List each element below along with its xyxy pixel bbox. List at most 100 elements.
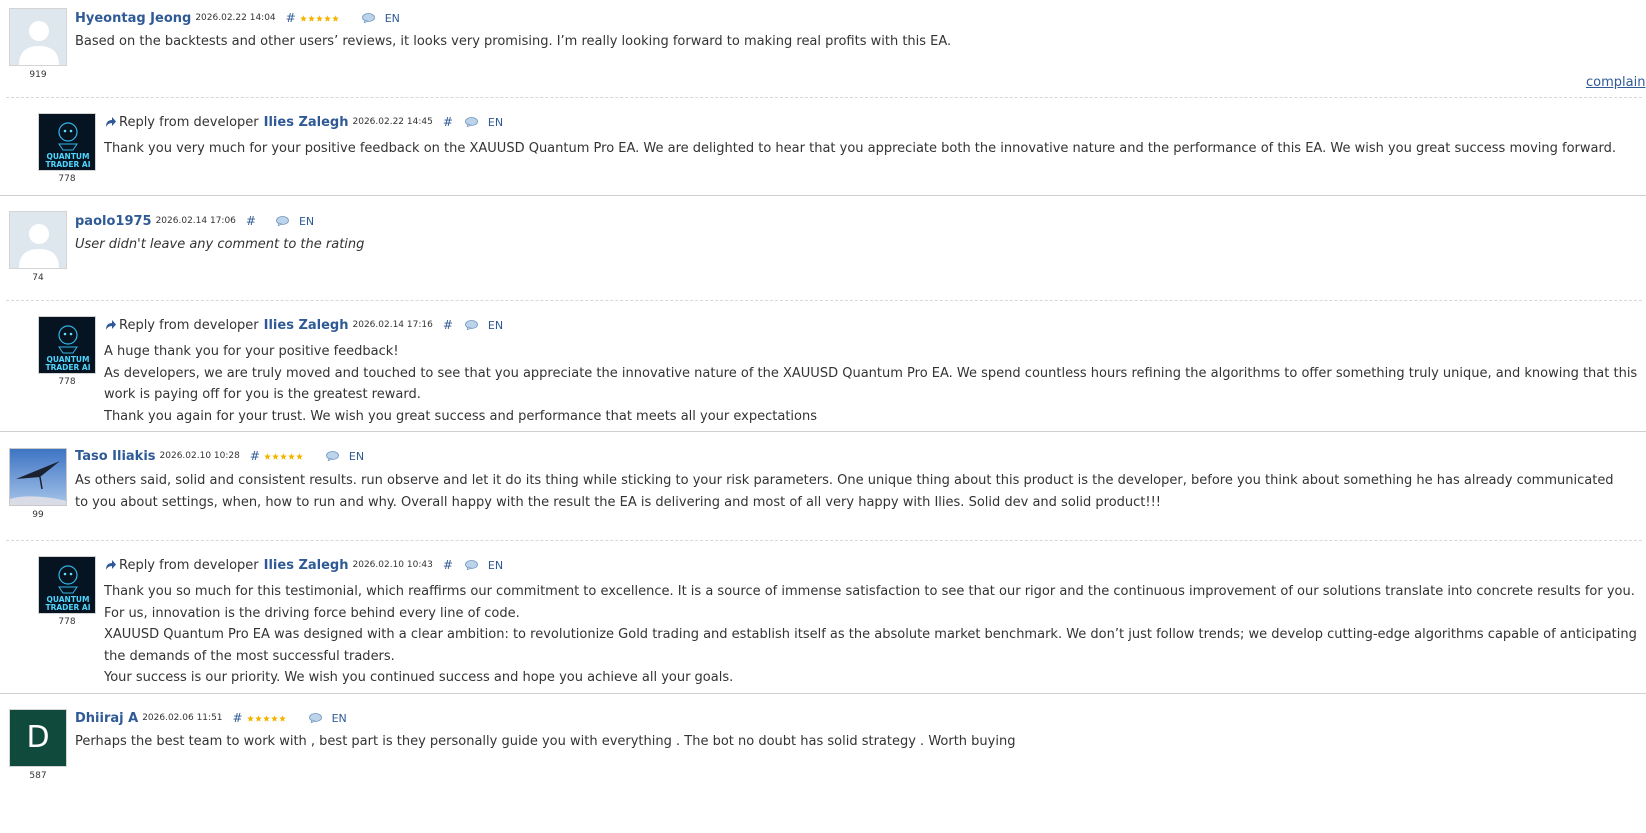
reply-paragraph: Thank you again for your trust. We wish … [104,408,817,424]
review-paragraph: As others said, solid and consistent res… [75,473,1614,510]
reply-label: Reply from developer [104,558,259,573]
translate-comment-icon[interactable] [276,216,289,226]
star-icon [315,14,323,22]
reply-prefix-text: Reply from developer [119,557,259,573]
permalink-link[interactable]: # [250,449,260,463]
avatar-letter: D [26,720,50,755]
quantum-trader-logo-icon: QUANTUM TRADER AI [39,317,95,373]
reply-text: Thank you very much for your positive fe… [104,138,1634,160]
permalink-link[interactable]: # [233,711,243,725]
permalink-link[interactable]: # [286,11,296,25]
hang-glider-photo-icon [10,449,66,505]
reply-header: Reply from developer Ilies Zalegh 2026.0… [104,113,503,131]
star-icon [262,714,270,722]
reply-header: Reply from developer Ilies Zalegh 2026.0… [104,316,503,334]
review-separator [0,693,1646,694]
permalink-link[interactable]: # [443,318,453,332]
review-separator [0,431,1646,432]
reply-paragraph: Thank you so much for this testimonial, … [104,584,1635,621]
developer-author-link[interactable]: Ilies Zalegh [264,115,349,130]
reply-paragraph: A huge thank you for your positive feedb… [104,344,399,359]
review-header: Taso Iliakis 2026.02.10 10:28 # EN [75,447,364,465]
reply-paragraph: As developers, we are truly moved and to… [104,365,1638,403]
default-user-icon [10,212,66,268]
review-author-link[interactable]: paolo1975 [75,214,152,229]
reply-date: 2026.02.10 10:43 [352,560,433,570]
reply-arrow-icon [106,117,116,127]
translate-comment-icon[interactable] [361,13,375,23]
reply-text: Thank you so much for this testimonial, … [104,581,1644,689]
translate-comment-icon[interactable] [308,713,322,723]
svg-text:TRADER AI: TRADER AI [45,603,90,612]
language-link[interactable]: EN [349,450,364,463]
language-link[interactable]: EN [488,116,503,129]
reply-label: Reply from developer [104,318,259,333]
divider [6,97,1642,98]
language-link[interactable]: EN [299,215,314,228]
review-paragraph: Perhaps the best team to work with , bes… [75,734,1016,749]
quantum-trader-logo-icon: QUANTUM TRADER AI [39,114,95,170]
review-author-link[interactable]: Dhiiraj A [75,711,138,726]
reply-arrow-icon [106,320,116,330]
developer-rating: 778 [58,174,76,184]
review-paragraph: User didn't leave any comment to the rat… [75,237,365,252]
reviewer-avatar[interactable] [9,448,67,506]
developer-avatar[interactable]: QUANTUM TRADER AI [38,556,96,614]
svg-text:TRADER AI: TRADER AI [45,160,90,169]
default-user-icon [10,9,66,65]
translate-comment-icon[interactable] [464,560,478,570]
divider [6,540,1642,541]
developer-author-link[interactable]: Ilies Zalegh [264,318,349,333]
developer-avatar[interactable]: QUANTUM TRADER AI [38,316,96,374]
reviewer-avatar[interactable]: D [9,709,67,767]
star-rating [246,714,287,722]
review-text: Perhaps the best team to work with , bes… [75,731,1615,753]
reviewer-avatar[interactable] [9,8,67,66]
star-icon [331,14,339,22]
translate-comment-icon[interactable] [464,117,478,127]
star-icon [270,714,278,722]
reviewer-avatar[interactable] [9,211,67,269]
permalink-link[interactable]: # [443,115,453,129]
user-rating: 587 [29,771,47,781]
user-rating: 99 [32,510,44,520]
star-icon [296,452,303,460]
star-icon [246,714,254,722]
quantum-trader-logo-icon: QUANTUM TRADER AI [39,557,95,613]
star-icon [288,452,295,460]
review-text: As others said, solid and consistent res… [75,470,1615,513]
reply-header: Reply from developer Ilies Zalegh 2026.0… [104,556,503,574]
star-icon [254,714,262,722]
review-date: 2026.02.22 14:04 [195,13,276,23]
language-link[interactable]: EN [488,319,503,332]
review-text: Based on the backtests and other users’ … [75,31,1615,53]
review-date: 2026.02.10 10:28 [159,451,240,461]
complain-link[interactable]: complain [1586,75,1645,90]
star-icon [272,452,279,460]
developer-author-link[interactable]: Ilies Zalegh [264,558,349,573]
review-header: paolo1975 2026.02.14 17:06 # EN [75,212,314,230]
developer-avatar[interactable]: QUANTUM TRADER AI [38,113,96,171]
review-author-link[interactable]: Hyeontag Jeong [75,11,191,26]
svg-text:TRADER AI: TRADER AI [45,363,90,372]
translate-comment-icon[interactable] [326,451,339,461]
language-link[interactable]: EN [385,12,400,25]
permalink-link[interactable]: # [443,558,453,572]
reply-arrow-icon [106,560,116,570]
language-link[interactable]: EN [488,559,503,572]
reply-paragraph: Thank you very much for your positive fe… [104,141,1616,156]
star-icon [278,714,286,722]
star-icon [299,14,307,22]
star-rating [299,14,340,22]
star-icon [323,14,331,22]
translate-comment-icon[interactable] [464,320,478,330]
reply-date: 2026.02.22 14:45 [352,117,433,127]
language-link[interactable]: EN [332,712,347,725]
permalink-link[interactable]: # [246,214,256,228]
review-author-link[interactable]: Taso Iliakis [75,449,156,464]
reply-label: Reply from developer [104,115,259,130]
star-icon [264,452,271,460]
reply-paragraph: Your success is our priority. We wish yo… [104,670,734,685]
review-date: 2026.02.14 17:06 [155,216,236,226]
star-icon [307,14,315,22]
